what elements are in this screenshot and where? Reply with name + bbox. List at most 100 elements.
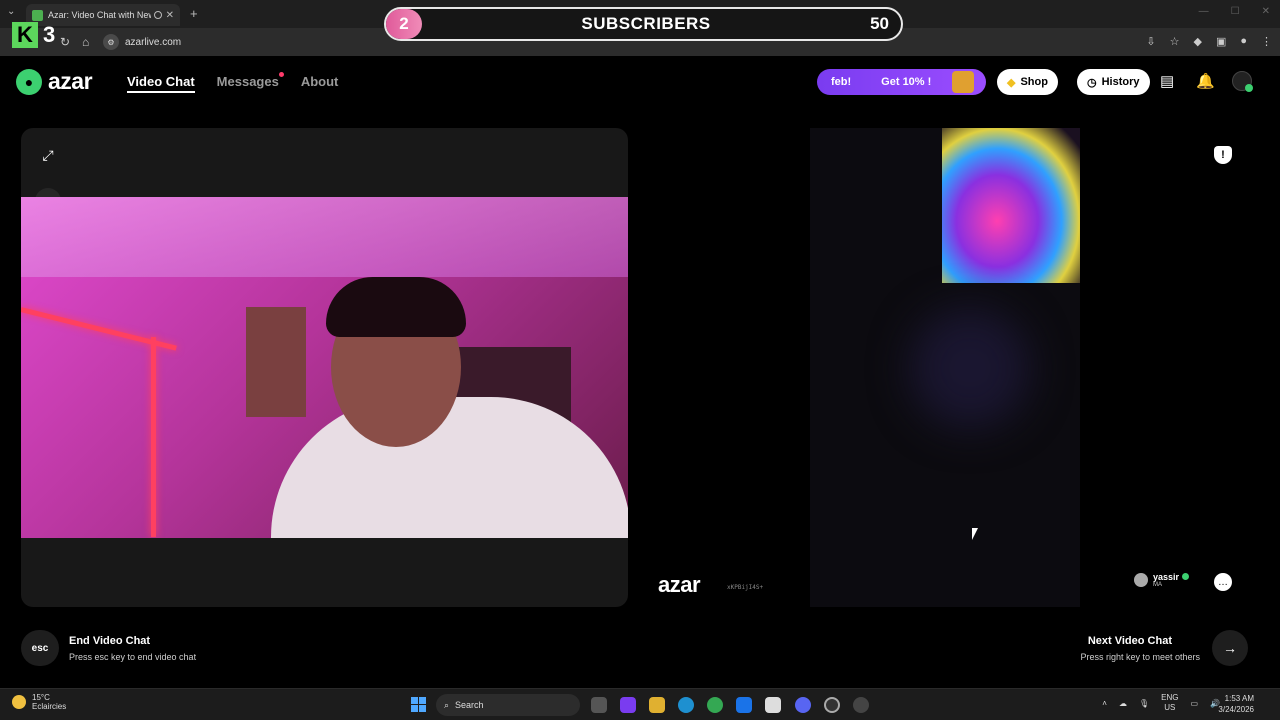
weather-desc: Eclaircies bbox=[32, 702, 67, 711]
search-icon: ⌕ bbox=[444, 699, 450, 710]
mail-icon[interactable] bbox=[736, 697, 752, 713]
lang-1: ENG bbox=[1161, 693, 1179, 702]
extensions-puzzle-icon[interactable]: ▣ bbox=[1216, 35, 1226, 48]
maximize-icon[interactable]: ☐ bbox=[1231, 6, 1240, 17]
gift-chest-icon bbox=[952, 71, 974, 93]
end-chat-hint: Press esc key to end video chat bbox=[69, 652, 197, 662]
nav-video-chat[interactable]: Video Chat bbox=[127, 74, 195, 93]
lang-2: US bbox=[1164, 703, 1176, 712]
promo-banner[interactable]: feb! Get 10% ! bbox=[817, 69, 986, 95]
peer-name-row: yassir bbox=[1153, 572, 1190, 582]
office-icon[interactable] bbox=[620, 697, 636, 713]
user-avatar[interactable] bbox=[1232, 71, 1253, 92]
mouse-cursor-icon bbox=[972, 528, 978, 540]
remote-video-panel: ! azar xKPBijI4S+ yassir MA … bbox=[652, 128, 1248, 607]
obs-icon[interactable] bbox=[853, 697, 869, 713]
weather-cloud-sun-icon bbox=[12, 695, 26, 709]
task-view-icon[interactable] bbox=[591, 697, 607, 713]
chat-bubble-icon[interactable]: … bbox=[1214, 573, 1232, 591]
peer-info[interactable]: yassir MA bbox=[1134, 572, 1190, 588]
peer-avatar-icon bbox=[1134, 573, 1148, 587]
peer-name: yassir bbox=[1153, 572, 1180, 582]
windows-start-icon[interactable] bbox=[411, 697, 426, 712]
promo-left-text: feb! bbox=[831, 76, 852, 88]
onedrive-icon[interactable]: ☁ bbox=[1119, 699, 1127, 708]
subscriber-goal: 50 bbox=[870, 14, 889, 33]
stream-counter: 3 bbox=[43, 22, 56, 47]
esc-button[interactable]: esc bbox=[21, 630, 59, 666]
session-id: xKPBijI4S+ bbox=[727, 584, 764, 591]
online-badge bbox=[1245, 84, 1253, 92]
tray-chevron-icon[interactable]: ˄ bbox=[1102, 699, 1107, 708]
close-tab-icon[interactable]: ✕ bbox=[166, 10, 174, 21]
search-label: Search bbox=[455, 700, 484, 710]
shop-button[interactable]: ◆ Shop bbox=[997, 69, 1058, 95]
weather-temp: 15°C bbox=[32, 693, 50, 702]
end-chat-title: End Video Chat bbox=[69, 635, 151, 647]
taskbar-search[interactable]: ⌕ Search bbox=[436, 694, 580, 716]
azar-watermark: azar bbox=[658, 572, 701, 597]
k-logo-icon: K bbox=[12, 22, 38, 48]
peer-country: MA bbox=[1153, 582, 1162, 588]
language-indicator[interactable]: ENG US bbox=[1161, 693, 1178, 713]
bookmark-star-icon[interactable]: ☆ bbox=[1170, 35, 1180, 48]
new-tab-button[interactable]: + bbox=[190, 6, 198, 21]
windows-taskbar: 15°C Eclaircies ⌕ Search ˄ ☁ 🎙 ENG US ▭ 🔊… bbox=[0, 688, 1280, 720]
promo-right-text: Get 10% ! bbox=[881, 76, 932, 88]
unread-dot bbox=[278, 72, 284, 77]
self-camera-feed bbox=[21, 197, 628, 538]
subscriber-label: SUBSCRIBERS bbox=[581, 14, 711, 33]
next-chat-title: Next Video Chat bbox=[1087, 635, 1172, 647]
clock-icon: ◷ bbox=[1087, 76, 1097, 89]
install-app-icon[interactable]: ⇩ bbox=[1146, 35, 1155, 48]
tab-list-icon[interactable]: ⌄ bbox=[7, 6, 15, 17]
store-icon[interactable] bbox=[765, 697, 781, 713]
url-text: azarlive.com bbox=[125, 36, 182, 48]
main-nav: Video Chat Messages About bbox=[127, 72, 339, 93]
remote-camera-feed bbox=[810, 128, 1080, 607]
azar-brand[interactable]: ● azar bbox=[16, 68, 93, 95]
reload-icon[interactable]: ↻ bbox=[60, 35, 70, 49]
app-circle-icon[interactable] bbox=[824, 697, 840, 713]
edge-icon[interactable] bbox=[678, 697, 694, 713]
stream-logo: K 3 bbox=[12, 22, 55, 48]
inbox-icon[interactable]: ▤ bbox=[1160, 72, 1174, 90]
discord-icon[interactable] bbox=[795, 697, 811, 713]
azar-favicon-icon bbox=[32, 9, 43, 21]
notification-bell-icon[interactable]: 🔔 bbox=[1196, 72, 1215, 90]
report-shield-icon[interactable]: ! bbox=[1214, 146, 1232, 164]
azar-logo-icon: ● bbox=[16, 68, 42, 95]
file-explorer-icon[interactable] bbox=[649, 697, 665, 713]
site-info-icon[interactable]: ⚙ bbox=[103, 34, 119, 50]
toolbar-icons: ⇩ ☆ ◆ ▣ ● ⋮ bbox=[1146, 35, 1272, 48]
next-arrow-button[interactable]: → bbox=[1212, 630, 1248, 666]
extension-icon[interactable]: ◆ bbox=[1193, 35, 1201, 48]
nav-about[interactable]: About bbox=[301, 74, 339, 93]
taskbar-clock[interactable]: 1:53 AM 3/24/2026 bbox=[1218, 693, 1254, 715]
menu-kebab-icon[interactable]: ⋮ bbox=[1261, 35, 1272, 48]
gem-icon: ◆ bbox=[1007, 76, 1016, 89]
subscriber-goal-overlay: 2 SUBSCRIBERS 50 bbox=[384, 7, 903, 41]
chrome-icon[interactable] bbox=[707, 697, 723, 713]
self-video-panel: ⤢ ✦ ☺ bbox=[21, 128, 628, 607]
history-button[interactable]: ◷ History bbox=[1077, 69, 1150, 95]
nav-messages[interactable]: Messages bbox=[216, 72, 284, 93]
app-header: ● azar Video Chat Messages About feb! Ge… bbox=[0, 56, 1280, 106]
verified-icon bbox=[1182, 573, 1190, 580]
tab-title: Azar: Video Chat with New bbox=[48, 10, 151, 20]
expand-icon[interactable]: ⤢ bbox=[35, 142, 61, 168]
weather-widget[interactable]: 15°C Eclaircies bbox=[12, 693, 66, 711]
nav-messages-label: Messages bbox=[216, 74, 279, 89]
home-icon[interactable]: ⌂ bbox=[82, 35, 89, 49]
brand-wordmark: azar bbox=[48, 68, 93, 94]
network-icon[interactable]: ▭ bbox=[1190, 699, 1198, 708]
recording-icon bbox=[153, 11, 162, 19]
shop-label: Shop bbox=[1020, 76, 1048, 88]
mic-icon[interactable]: 🎙 bbox=[1139, 699, 1149, 708]
subscriber-count: 2 bbox=[386, 9, 422, 39]
minimize-icon[interactable]: — bbox=[1199, 6, 1209, 17]
close-window-icon[interactable]: ✕ bbox=[1262, 6, 1270, 17]
clock-date: 3/24/2026 bbox=[1218, 705, 1254, 714]
clock-time: 1:53 AM bbox=[1224, 694, 1254, 703]
profile-icon[interactable]: ● bbox=[1240, 35, 1247, 48]
